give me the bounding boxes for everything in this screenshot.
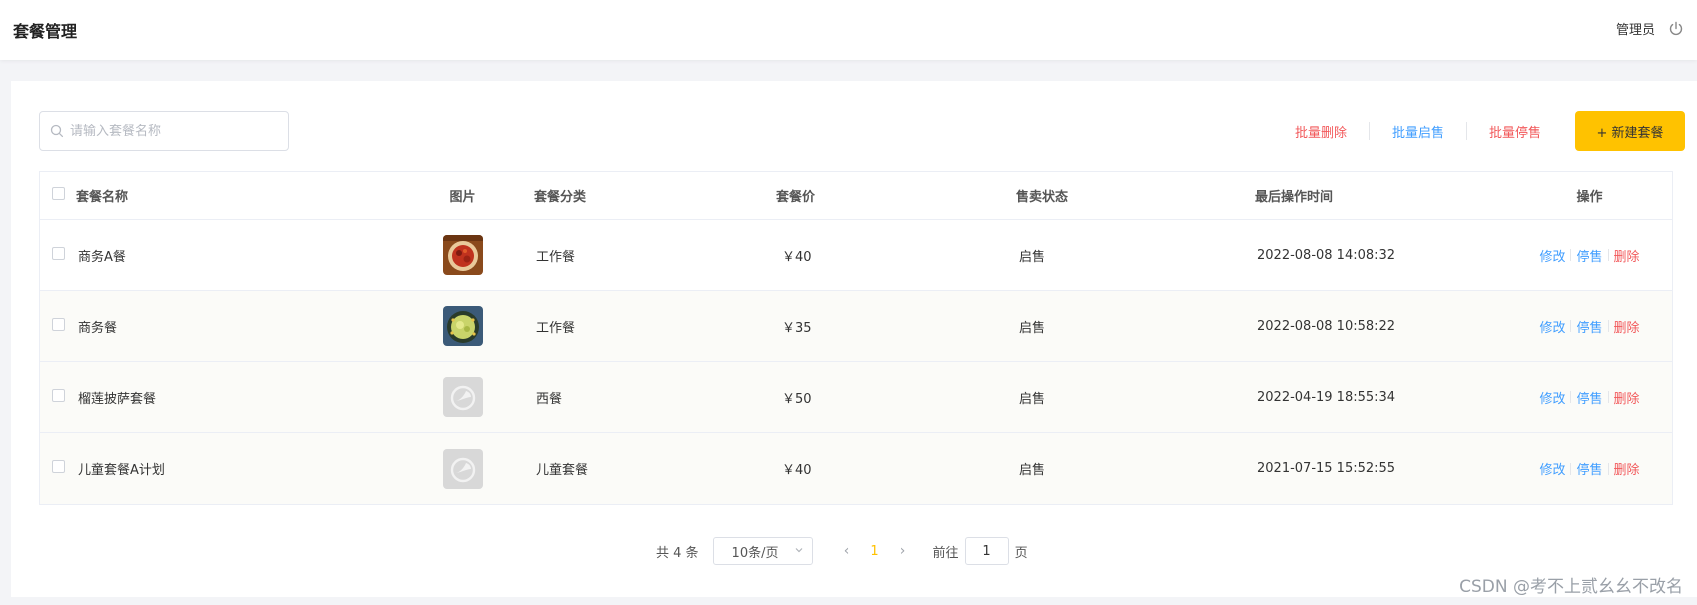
search-icon [50, 124, 64, 138]
goto-page-input[interactable] [964, 537, 1009, 565]
row-checkbox[interactable] [52, 317, 65, 331]
prev-page-icon[interactable]: ‹ [835, 543, 859, 559]
combo-price: ￥35 [782, 320, 812, 336]
delete-button[interactable]: 删除 [1609, 459, 1645, 478]
chevron-down-icon [794, 544, 804, 559]
stop-sale-button[interactable]: 停售 [1571, 388, 1607, 407]
combo-status: 启售 [1019, 391, 1046, 407]
delete-button[interactable]: 删除 [1609, 317, 1645, 336]
row-checkbox[interactable] [52, 460, 65, 473]
combo-status: 启售 [1019, 320, 1046, 336]
combo-category: 儿童套餐 [536, 463, 589, 478]
toolbar: 批量删除 批量启售 批量停售 + 新建套餐 [1273, 111, 1685, 151]
page-number[interactable]: 1 [859, 544, 891, 559]
user-name[interactable]: 管理员 [1616, 19, 1655, 38]
top-bar: 套餐管理 管理员 [0, 0, 1697, 60]
combo-time: 2021-07-15 15:52:55 [1257, 461, 1396, 476]
combo-price: ￥50 [782, 391, 812, 407]
combo-category: 工作餐 [536, 320, 576, 336]
combo-price: ￥40 [782, 249, 812, 265]
table-row: 商务餐 工作餐 ￥35 启售 2022-08-08 10:58:22 修改 停售… [40, 291, 1672, 362]
next-page-icon[interactable]: › [891, 543, 915, 559]
column-header-price: 套餐价 [776, 190, 816, 205]
power-icon[interactable] [1667, 20, 1685, 38]
placeholder-logo-icon[interactable] [443, 377, 483, 417]
select-all-checkbox[interactable] [52, 187, 65, 200]
column-header-image: 图片 [449, 190, 476, 205]
stop-sale-button[interactable]: 停售 [1571, 459, 1607, 478]
row-actions: 修改 停售 删除 [1505, 246, 1674, 265]
table-row: 儿童套餐A计划 儿童套餐 ￥40 启售 2021-07-15 15:52:55 … [40, 433, 1672, 504]
combo-category: 工作餐 [536, 249, 576, 265]
row-checkbox[interactable] [52, 246, 65, 260]
column-header-time: 最后操作时间 [1255, 190, 1334, 205]
combo-time: 2022-04-19 18:55:34 [1257, 389, 1396, 405]
page-size-value: 10条/页 [731, 545, 779, 561]
column-header-name: 套餐名称 [76, 190, 129, 205]
column-header-status: 售卖状态 [1016, 190, 1069, 205]
combo-status: 启售 [1019, 249, 1046, 265]
row-checkbox[interactable] [52, 388, 65, 402]
batch-start-button[interactable]: 批量启售 [1370, 122, 1466, 141]
table-header: 套餐名称 图片 套餐分类 套餐价 售卖状态 最后操作时间 操作 [40, 172, 1672, 220]
edit-button[interactable]: 修改 [1534, 317, 1570, 336]
search-input[interactable] [70, 123, 288, 139]
edit-button[interactable]: 修改 [1534, 459, 1570, 478]
combo-table: 套餐名称 图片 套餐分类 套餐价 售卖状态 最后操作时间 操作 商务A餐 工作餐… [39, 171, 1673, 505]
food-photo-green-icon[interactable] [443, 306, 483, 346]
watermark: CSDN @考不上贰幺幺不改名 [1459, 577, 1683, 597]
combo-price: ￥40 [782, 463, 812, 478]
new-combo-button[interactable]: + 新建套餐 [1575, 111, 1685, 151]
page-size-select[interactable]: 10条/页 [712, 537, 813, 565]
combo-name: 儿童套餐A计划 [78, 463, 165, 478]
page-suffix: 页 [1014, 545, 1028, 561]
combo-category: 西餐 [536, 391, 563, 407]
table-row: 商务A餐 工作餐 ￥40 启售 2022-08-08 14:08:32 修改 停… [40, 220, 1672, 291]
delete-button[interactable]: 删除 [1609, 388, 1645, 407]
placeholder-logo-icon[interactable] [443, 448, 483, 489]
goto-label: 前往 [932, 545, 959, 561]
column-header-category: 套餐分类 [534, 190, 587, 205]
delete-button[interactable]: 删除 [1609, 246, 1645, 265]
combo-name: 商务A餐 [78, 249, 126, 265]
row-actions: 修改 停售 删除 [1505, 459, 1674, 478]
column-header-ops: 操作 [1576, 190, 1603, 205]
combo-time: 2022-08-08 14:08:32 [1257, 247, 1396, 263]
combo-status: 启售 [1019, 463, 1046, 478]
user-area: 管理员 [1616, 19, 1685, 38]
combo-name: 商务餐 [78, 320, 118, 336]
stop-sale-button[interactable]: 停售 [1571, 317, 1607, 336]
food-photo-red-icon[interactable] [443, 235, 483, 275]
table-row: 榴莲披萨套餐 西餐 ￥50 启售 2022-04-19 18:55:34 修改 … [40, 362, 1672, 433]
row-actions: 修改 停售 删除 [1505, 388, 1674, 407]
batch-delete-button[interactable]: 批量删除 [1273, 122, 1369, 141]
row-actions: 修改 停售 删除 [1505, 317, 1674, 336]
search-box[interactable] [39, 111, 289, 151]
edit-button[interactable]: 修改 [1534, 246, 1570, 265]
edit-button[interactable]: 修改 [1534, 388, 1570, 407]
combo-name: 榴莲披萨套餐 [78, 391, 157, 407]
page-title: 套餐管理 [13, 22, 78, 41]
content-card: 批量删除 批量启售 批量停售 + 新建套餐 套餐名称 图片 套餐分类 套餐价 售… [11, 81, 1697, 597]
batch-stop-button[interactable]: 批量停售 [1467, 122, 1563, 141]
goto-page: 前往 页 [933, 537, 1028, 565]
combo-time: 2022-08-08 10:58:22 [1257, 318, 1396, 334]
pagination: 共 4 条 10条/页 ‹ 1 › 前往 页 [656, 537, 1028, 565]
stop-sale-button[interactable]: 停售 [1571, 246, 1607, 265]
total-count: 共 4 条 [656, 545, 699, 561]
